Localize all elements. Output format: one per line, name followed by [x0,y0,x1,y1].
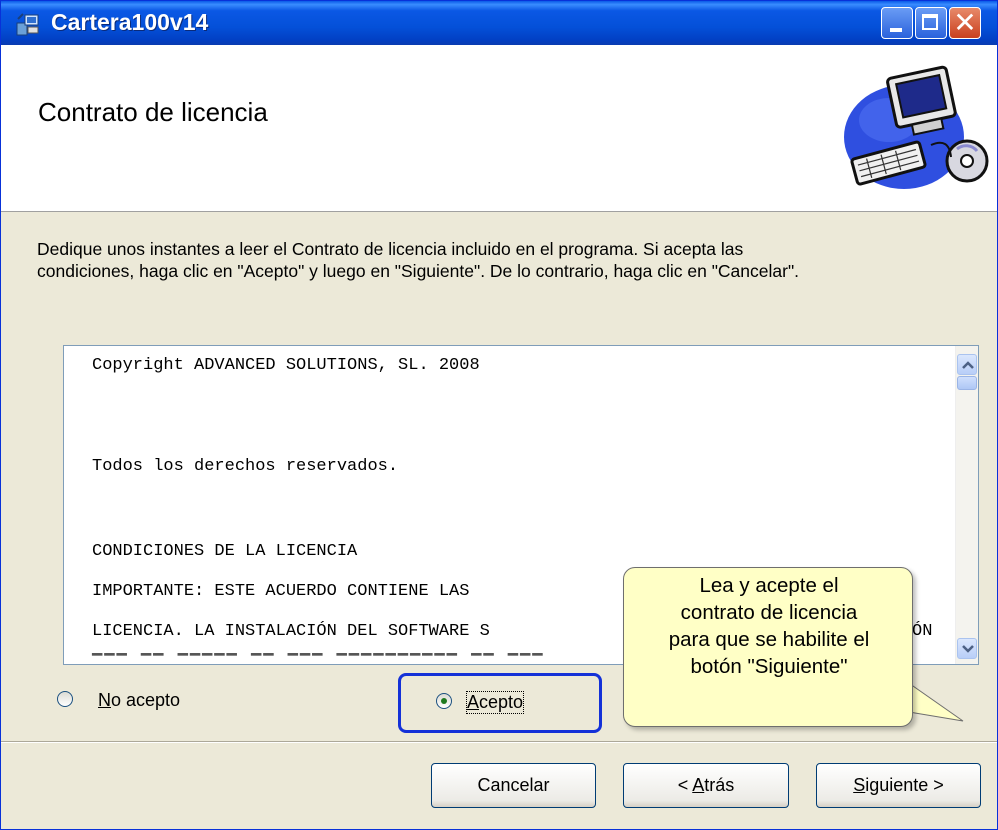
footer-separator [1,741,997,743]
instructions-text: Dedique unos instantes a leer el Contrat… [37,238,987,282]
no-acepto-label[interactable]: No acepto [98,690,180,711]
page-title: Contrato de licencia [38,97,268,127]
license-line: Copyright ADVANCED SOLUTIONS, SL. 2008 [92,356,480,375]
back-label: trás [704,775,735,795]
installer-app-icon [16,13,39,36]
chevron-up-icon [962,361,974,369]
radio-no-acepto[interactable] [57,691,73,707]
radio-acepto[interactable] [436,693,452,709]
window-title: Cartera100v14 [51,9,209,35]
acepto-accesskey: A [467,692,480,712]
chevron-down-icon [962,645,974,653]
license-line: IMPORTANTE: ESTE ACUERDO CONTIENE LAS [92,582,470,601]
instructions-line-2: condiciones, haga clic en "Acepto" y lue… [37,261,800,281]
cancel-button[interactable]: Cancelar [431,763,596,808]
license-line: CONDICIONES DE LA LICENCIA [92,542,358,561]
license-scrollbar[interactable] [955,346,978,664]
callout-line: botón "Siguiente" [690,655,848,678]
callout-line: Lea y acepte el [699,574,839,597]
close-icon: ✕ [953,6,977,39]
close-button[interactable]: ✕ [949,6,981,39]
wizard-header: Contrato de licencia [1,45,997,212]
scroll-down-button[interactable] [957,638,977,659]
computer-cd-icon [844,65,989,189]
callout-text: Lea y acepte el contrato de licencia par… [624,572,914,680]
acepto-text: cepto [479,692,524,712]
license-line-cutoff: ▔▔▔ ▔▔ ▔▔▔▔▔ ▔▔ ▔▔▔ ▔▔▔▔▔▔▔▔▔▔ ▔▔ ▔▔▔ [92,654,544,664]
back-accesskey: A [692,775,705,795]
back-button[interactable]: < Atrás [623,763,789,808]
radio-dot [441,698,447,704]
scroll-thumb[interactable] [957,376,977,390]
maximize-button[interactable] [915,7,947,39]
cancel-label: Cancelar [477,775,550,795]
scroll-up-button[interactable] [957,354,977,375]
no-acepto-text: o acepto [111,690,181,710]
back-prefix: < [677,775,693,795]
license-line: Todos los derechos reservados. [92,457,399,476]
next-button[interactable]: Siguiente > [816,763,981,808]
minimize-button[interactable] [881,7,913,39]
instructions-line-1: Dedique unos instantes a leer el Contrat… [37,239,744,259]
callout-line: contrato de licencia [680,601,858,624]
next-label: iguiente > [865,775,944,795]
callout-body: Lea y acepte el contrato de licencia par… [623,567,913,727]
title-bar[interactable]: Cartera100v14 ✕ [1,1,997,45]
next-accesskey: S [853,775,866,795]
installer-window: Cartera100v14 ✕ Contrato de licencia Ded… [0,0,998,830]
maximize-icon [922,14,938,30]
acepto-label[interactable]: Acepto [465,691,525,714]
no-acepto-accesskey: N [98,690,111,710]
license-line: LICENCIA. LA INSTALACIÓN DEL SOFTWARE S [92,622,490,641]
callout-line: para que se habilite el [668,628,870,651]
minimize-icon [890,28,902,32]
license-line: ÓN [912,622,933,641]
